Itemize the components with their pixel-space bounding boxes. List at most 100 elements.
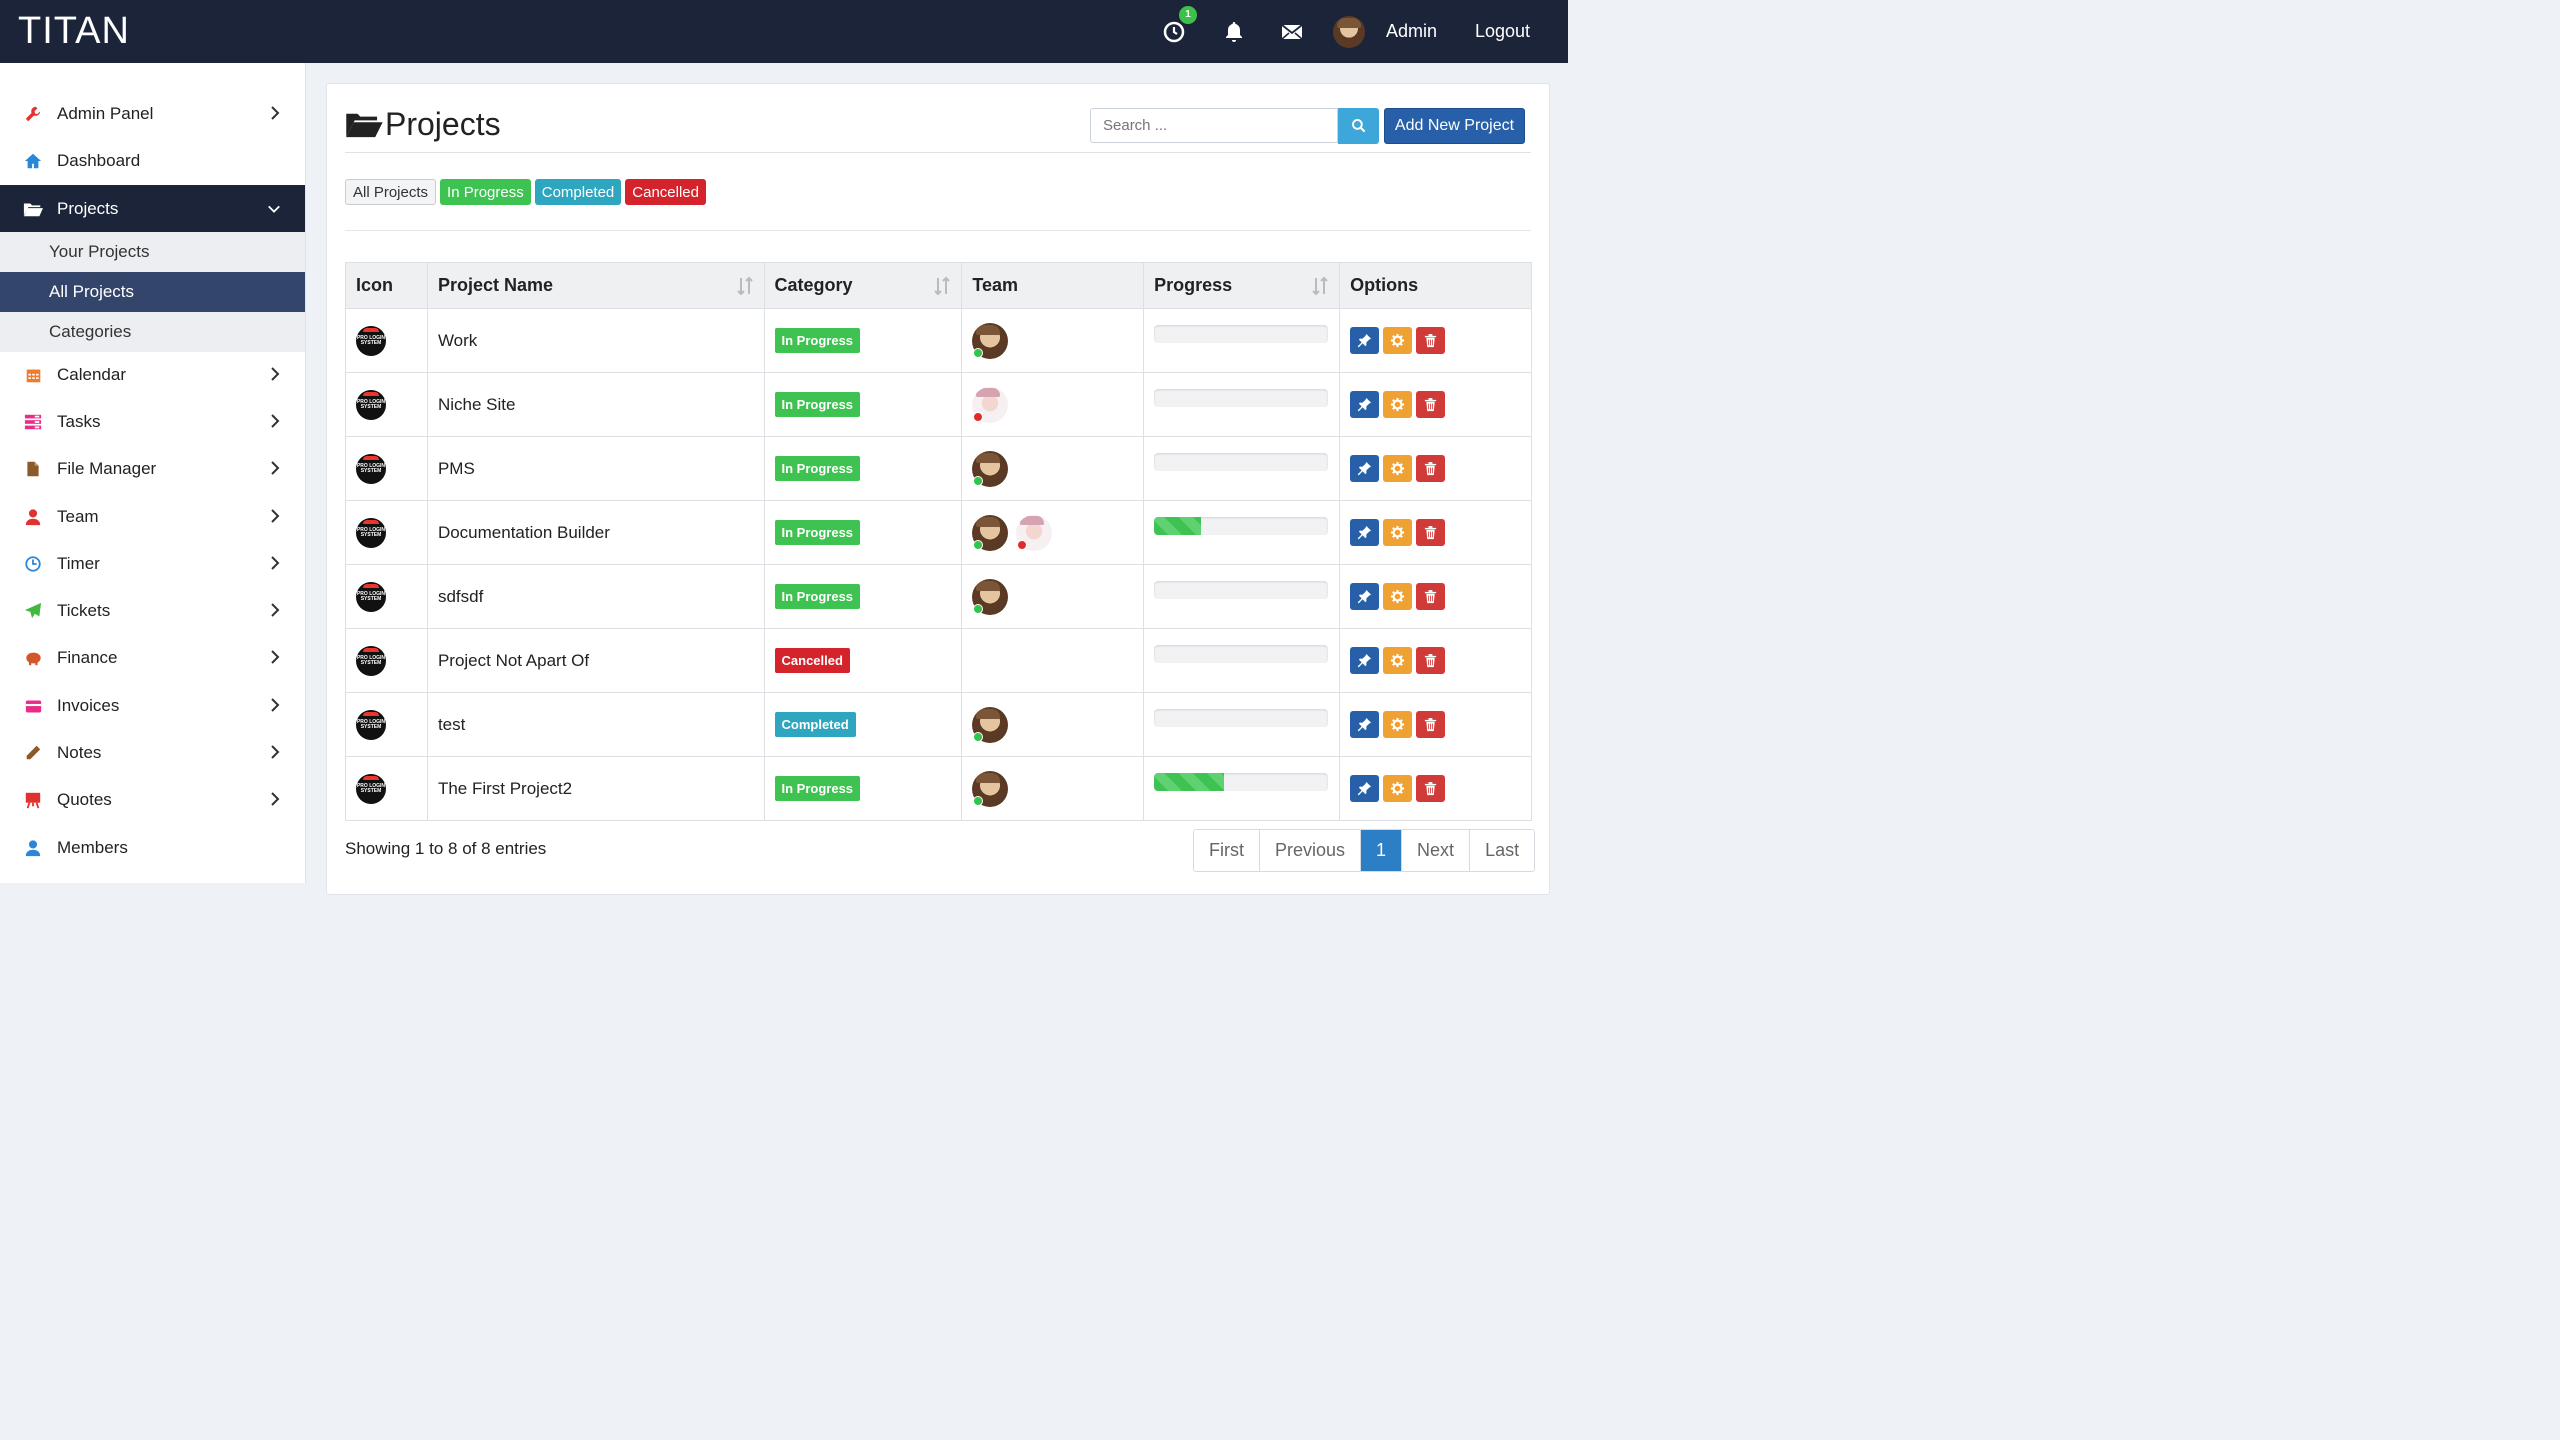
delete-button[interactable] [1416,455,1446,482]
settings-button[interactable] [1383,711,1413,738]
sidebar-subitem-all-projects[interactable]: All Projects [0,272,305,312]
sidebar-item-members[interactable]: Members [0,825,305,871]
sidebar-subitem-your-projects[interactable]: Your Projects [0,232,305,272]
sidebar-item-admin-panel[interactable]: Admin Panel [0,91,305,137]
sidebar-item-notes[interactable]: Notes [0,730,305,776]
team-member-avatar[interactable] [972,450,1009,487]
page-title: Projects [385,106,501,142]
progress-cell [1143,500,1341,565]
settings-button[interactable] [1383,455,1413,482]
timer-button[interactable]: 1 [1162,0,1197,63]
delete-button[interactable] [1416,647,1446,674]
team-member-avatar[interactable] [972,706,1009,743]
team-member-avatar[interactable] [972,770,1009,807]
sidebar-subitem-categories[interactable]: Categories [0,312,305,352]
settings-button[interactable] [1383,647,1413,674]
pin-button[interactable] [1350,455,1380,482]
project-name-cell[interactable]: Project Not Apart Of [426,628,765,693]
brand-logo[interactable]: TITAN [18,10,130,53]
sort-icon [1312,276,1328,296]
filter-in-progress[interactable]: In Progress [440,179,531,205]
team-member-avatar[interactable] [972,578,1009,615]
notifications-button[interactable] [1222,0,1246,63]
project-name[interactable]: The First Project2 [438,779,572,798]
project-name[interactable]: sdfsdf [438,587,483,606]
project-name[interactable]: Project Not Apart Of [438,651,589,670]
sidebar-item-team[interactable]: Team [0,494,305,540]
user-avatar[interactable] [1333,0,1365,63]
pin-button[interactable] [1350,647,1380,674]
settings-button[interactable] [1383,327,1413,354]
sidebar-item-finance[interactable]: Finance [0,635,305,681]
pagination-previous[interactable]: Previous [1259,830,1361,871]
sidebar-item-quotes[interactable]: Quotes [0,777,305,823]
team-member-avatar[interactable] [972,386,1009,423]
search-button[interactable] [1338,108,1379,144]
project-name[interactable]: Work [438,331,477,350]
logout-link[interactable]: Logout [1475,0,1530,63]
filter-completed[interactable]: Completed [534,179,622,205]
sidebar-item-file-manager[interactable]: File Manager [0,446,305,492]
sidebar-item-timer[interactable]: Timer [0,541,305,587]
messages-button[interactable] [1280,0,1304,63]
pagination-next[interactable]: Next [1401,830,1470,871]
project-name[interactable]: Niche Site [438,395,515,414]
delete-button[interactable] [1416,327,1446,354]
pin-button[interactable] [1350,775,1380,802]
table-row: PRO LOGIN SYSTEM test Completed [345,692,1532,757]
delete-button[interactable] [1416,391,1446,418]
search-input[interactable] [1090,108,1338,143]
settings-button[interactable] [1383,519,1413,546]
delete-button[interactable] [1416,775,1446,802]
sidebar-item-projects[interactable]: Projects [0,185,305,232]
options-cell [1339,564,1532,629]
pin-button[interactable] [1350,583,1380,610]
pin-button[interactable] [1350,711,1380,738]
project-name-cell[interactable]: Documentation Builder [426,500,765,565]
project-name-cell[interactable]: Niche Site [426,372,765,437]
sidebar-item-invoices[interactable]: Invoices [0,683,305,729]
column-header-category[interactable]: Category [763,262,963,309]
pagination-page-1[interactable]: 1 [1360,830,1402,871]
settings-button[interactable] [1383,583,1413,610]
icon-cell: PRO LOGIN SYSTEM [345,436,428,501]
pin-button[interactable] [1350,391,1380,418]
sidebar-item-label: File Manager [57,459,157,478]
filter-all-projects[interactable]: All Projects [345,179,437,205]
project-name-cell[interactable]: PMS [426,436,765,501]
pagination-last[interactable]: Last [1469,830,1535,871]
category-badge: In Progress [774,456,861,481]
column-header-progress[interactable]: Progress [1143,262,1341,309]
project-name-cell[interactable]: sdfsdf [426,564,765,629]
credit-card-icon [23,696,43,716]
delete-button[interactable] [1416,583,1446,610]
chevron-right-icon [271,106,280,120]
filter-cancelled[interactable]: Cancelled [625,179,706,205]
team-member-avatar[interactable] [972,514,1009,551]
column-header-project-name[interactable]: Project Name [426,262,765,309]
pagination-first[interactable]: First [1194,830,1259,871]
team-member-avatar[interactable] [972,322,1009,359]
delete-button[interactable] [1416,519,1446,546]
page-header: Projects [345,106,501,143]
sort-icon [934,276,951,296]
project-name-cell[interactable]: Work [426,308,765,373]
project-name[interactable]: test [438,715,465,734]
add-new-project-button[interactable]: Add New Project [1384,108,1525,144]
project-name-cell[interactable]: The First Project2 [426,756,765,821]
user-name-link[interactable]: Admin [1386,0,1437,63]
project-name[interactable]: Documentation Builder [438,523,610,542]
pin-button[interactable] [1350,519,1380,546]
team-member-avatar[interactable] [1016,514,1053,551]
sidebar-item-tickets[interactable]: Tickets [0,588,305,634]
sidebar-item-tasks[interactable]: Tasks [0,399,305,445]
sidebar-item-calendar[interactable]: Calendar [0,352,305,398]
settings-button[interactable] [1383,775,1413,802]
sidebar-item-dashboard[interactable]: Dashboard [0,138,305,184]
delete-button[interactable] [1416,711,1446,738]
pin-button[interactable] [1350,327,1380,354]
settings-button[interactable] [1383,391,1413,418]
project-name-cell[interactable]: test [426,692,765,757]
team-cell [961,692,1145,757]
project-name[interactable]: PMS [438,459,475,478]
